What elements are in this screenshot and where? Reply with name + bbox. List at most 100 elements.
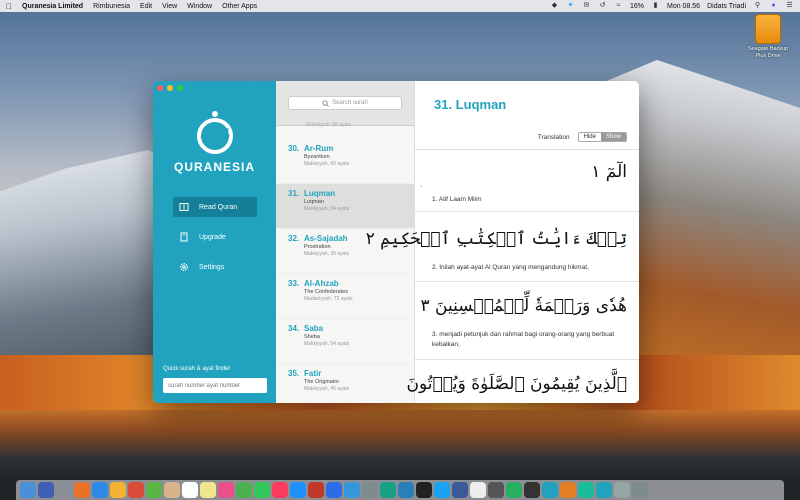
activity-monitor-icon[interactable] xyxy=(524,482,540,498)
surah-number: 34. xyxy=(288,324,300,333)
photos-icon[interactable] xyxy=(218,482,234,498)
menu-other-apps[interactable]: Other Apps xyxy=(222,3,257,10)
books-icon[interactable] xyxy=(308,482,324,498)
list-item-surah-34[interactable]: 34. Saba Sheba Makkiyyah, 54 ayats xyxy=(276,319,415,364)
numbers-icon[interactable] xyxy=(506,482,522,498)
user-name[interactable]: Didats Triadi xyxy=(707,3,746,10)
system-preferences-icon[interactable] xyxy=(488,482,504,498)
drive-label: Seagate Backup Plus Drive xyxy=(747,46,789,59)
app-store-icon[interactable] xyxy=(290,482,306,498)
sidebar-item-settings[interactable]: Settings xyxy=(173,257,257,277)
ayah-arabic: ٱلَّذِينَ يُقِيمُونَ ٱلصَّلَوٰةَ وَيُؤۡت… xyxy=(406,374,627,394)
siri-icon[interactable]: ● xyxy=(769,2,778,10)
surah-number: 33. xyxy=(288,279,300,288)
ayah-translation: 2. Inilah ayat-ayat Al Quran yang mengan… xyxy=(432,264,589,271)
sidebar-item-upgrade[interactable]: Upgrade xyxy=(173,227,257,247)
surah-meaning: The Confederates xyxy=(304,289,349,295)
whatsapp-icon[interactable] xyxy=(380,482,396,498)
xcode-icon[interactable] xyxy=(362,482,378,498)
wifi-icon[interactable]: ≈ xyxy=(614,2,623,10)
notification-center-icon[interactable]: ☰ xyxy=(785,2,794,10)
facetime-icon[interactable] xyxy=(254,482,270,498)
ayah-row: الٓمٓ ١ 1. Alif Laam Miim xyxy=(415,150,639,212)
surah-name: Al-Ahzab xyxy=(304,279,339,288)
evernote-icon[interactable] xyxy=(146,482,162,498)
menu-view[interactable]: View xyxy=(162,3,177,10)
surah-meta: Madaniyyah, 73 ayats xyxy=(304,296,353,302)
surah-reader: 31. Luqman Translation Hide Show ۡ الٓمٓ… xyxy=(366,81,639,403)
minimize-button[interactable] xyxy=(167,85,173,91)
menu-app-name[interactable]: Quranesia Limited xyxy=(22,3,83,10)
menu-window[interactable]: Window xyxy=(187,3,212,10)
list-item-surah-30[interactable]: 30. Ar-Rum Byzantium Makkiyyah, 60 ayats xyxy=(276,139,415,184)
siri-icon[interactable] xyxy=(38,482,54,498)
time-machine-icon[interactable]: ↺ xyxy=(598,2,607,10)
ayah-arabic: تِلۡكَ ءَايَٰتُ ٱلۡكِتَٰبِ ٱلۡحَكِيمِ ٢ xyxy=(365,229,627,249)
music-icon[interactable] xyxy=(272,482,288,498)
telegram-icon[interactable] xyxy=(398,482,414,498)
quranesia-icon[interactable] xyxy=(542,482,558,498)
downloads-folder-icon[interactable] xyxy=(614,482,630,498)
battery-percent: 16% xyxy=(629,2,644,10)
battery-icon[interactable]: ▮ xyxy=(651,2,660,10)
surah-number: 35. xyxy=(288,369,300,378)
apple-icon[interactable]:  xyxy=(6,2,14,11)
firefox-icon[interactable] xyxy=(74,482,90,498)
menu-edit[interactable]: Edit xyxy=(140,3,152,10)
gear-icon xyxy=(179,262,189,272)
trash-icon[interactable] xyxy=(632,482,648,498)
sidebar-nav: Read Quran Upgrade Settings xyxy=(173,197,257,287)
surah-meaning: Luqman xyxy=(304,199,324,205)
surah-ayat-finder-input[interactable] xyxy=(163,378,267,393)
ayah-translation: 3. menjadi petunjuk dan rahmat bagi oran… xyxy=(432,331,615,348)
contacts-icon[interactable] xyxy=(164,482,180,498)
mail-icon[interactable]: ✉ xyxy=(582,2,591,10)
ayah-arabic: الٓمٓ ١ xyxy=(591,162,627,182)
terminal-icon[interactable] xyxy=(416,482,432,498)
launchpad-icon[interactable] xyxy=(56,482,72,498)
external-drive-icon xyxy=(755,14,781,44)
notes-icon[interactable] xyxy=(200,482,216,498)
zoom-button[interactable] xyxy=(177,85,183,91)
surah-name: Fatir xyxy=(304,369,322,378)
search-icon[interactable]: ⚲ xyxy=(753,2,762,10)
list-item-surah-35[interactable]: 35. Fatir The Originator Makkiyyah, 45 a… xyxy=(276,364,415,403)
finder-icon[interactable] xyxy=(20,482,36,498)
twitter-icon[interactable] xyxy=(434,482,450,498)
upgrade-icon xyxy=(179,232,189,242)
sketch-icon[interactable] xyxy=(110,482,126,498)
desktop-lake xyxy=(0,410,800,480)
list-item-surah-33[interactable]: 33. Al-Ahzab The Confederates Madaniyyah… xyxy=(276,274,415,319)
list-item-surah-31[interactable]: 31. Luqman Luqman Makkiyyah, 34 ayats xyxy=(276,184,415,229)
menu-bar:  Quranesia Limited Rimbunesia Edit View… xyxy=(0,0,800,12)
messages-icon[interactable] xyxy=(236,482,252,498)
menu-rimbunesia[interactable]: Rimbunesia xyxy=(93,3,130,10)
sidebar-item-read-quran[interactable]: Read Quran xyxy=(173,197,257,217)
transmit-icon[interactable] xyxy=(128,482,144,498)
surah-search-input[interactable]: Search surah xyxy=(288,96,402,110)
app-icon[interactable] xyxy=(578,482,594,498)
slack-icon[interactable] xyxy=(470,482,486,498)
quranesia-logo-icon xyxy=(197,111,233,154)
surah-meta: Makkiyyah, 34 ayats xyxy=(304,206,350,212)
facebook-icon[interactable] xyxy=(452,482,468,498)
close-button[interactable] xyxy=(157,85,163,91)
tweetbot-icon[interactable] xyxy=(344,482,360,498)
surah-meta: Makkiyyah, 30 ayats xyxy=(304,251,350,257)
surah-number: 32. xyxy=(288,234,300,243)
surah-list-header: Search surah Makkiyyah, 60 ayats xyxy=(276,81,414,128)
show-translation-button[interactable]: Show xyxy=(600,133,626,141)
clock[interactable]: Mon 08.56 xyxy=(667,3,700,10)
twitter-icon[interactable]: ✦ xyxy=(566,2,575,10)
surah-meta: Makkiyyah, 54 ayats xyxy=(304,341,350,347)
calendar-icon[interactable] xyxy=(182,482,198,498)
sidebar-item-label: Settings xyxy=(199,263,225,271)
surah-name: Luqman xyxy=(304,189,336,198)
safari-icon[interactable] xyxy=(92,482,108,498)
desktop-drive[interactable]: Seagate Backup Plus Drive xyxy=(742,14,794,59)
pages-icon[interactable] xyxy=(560,482,576,498)
dropbox-icon[interactable]: ◆ xyxy=(550,2,559,10)
quranesia-alt-icon[interactable] xyxy=(596,482,612,498)
maps-icon[interactable] xyxy=(326,482,342,498)
hide-translation-button[interactable]: Hide xyxy=(579,133,601,141)
